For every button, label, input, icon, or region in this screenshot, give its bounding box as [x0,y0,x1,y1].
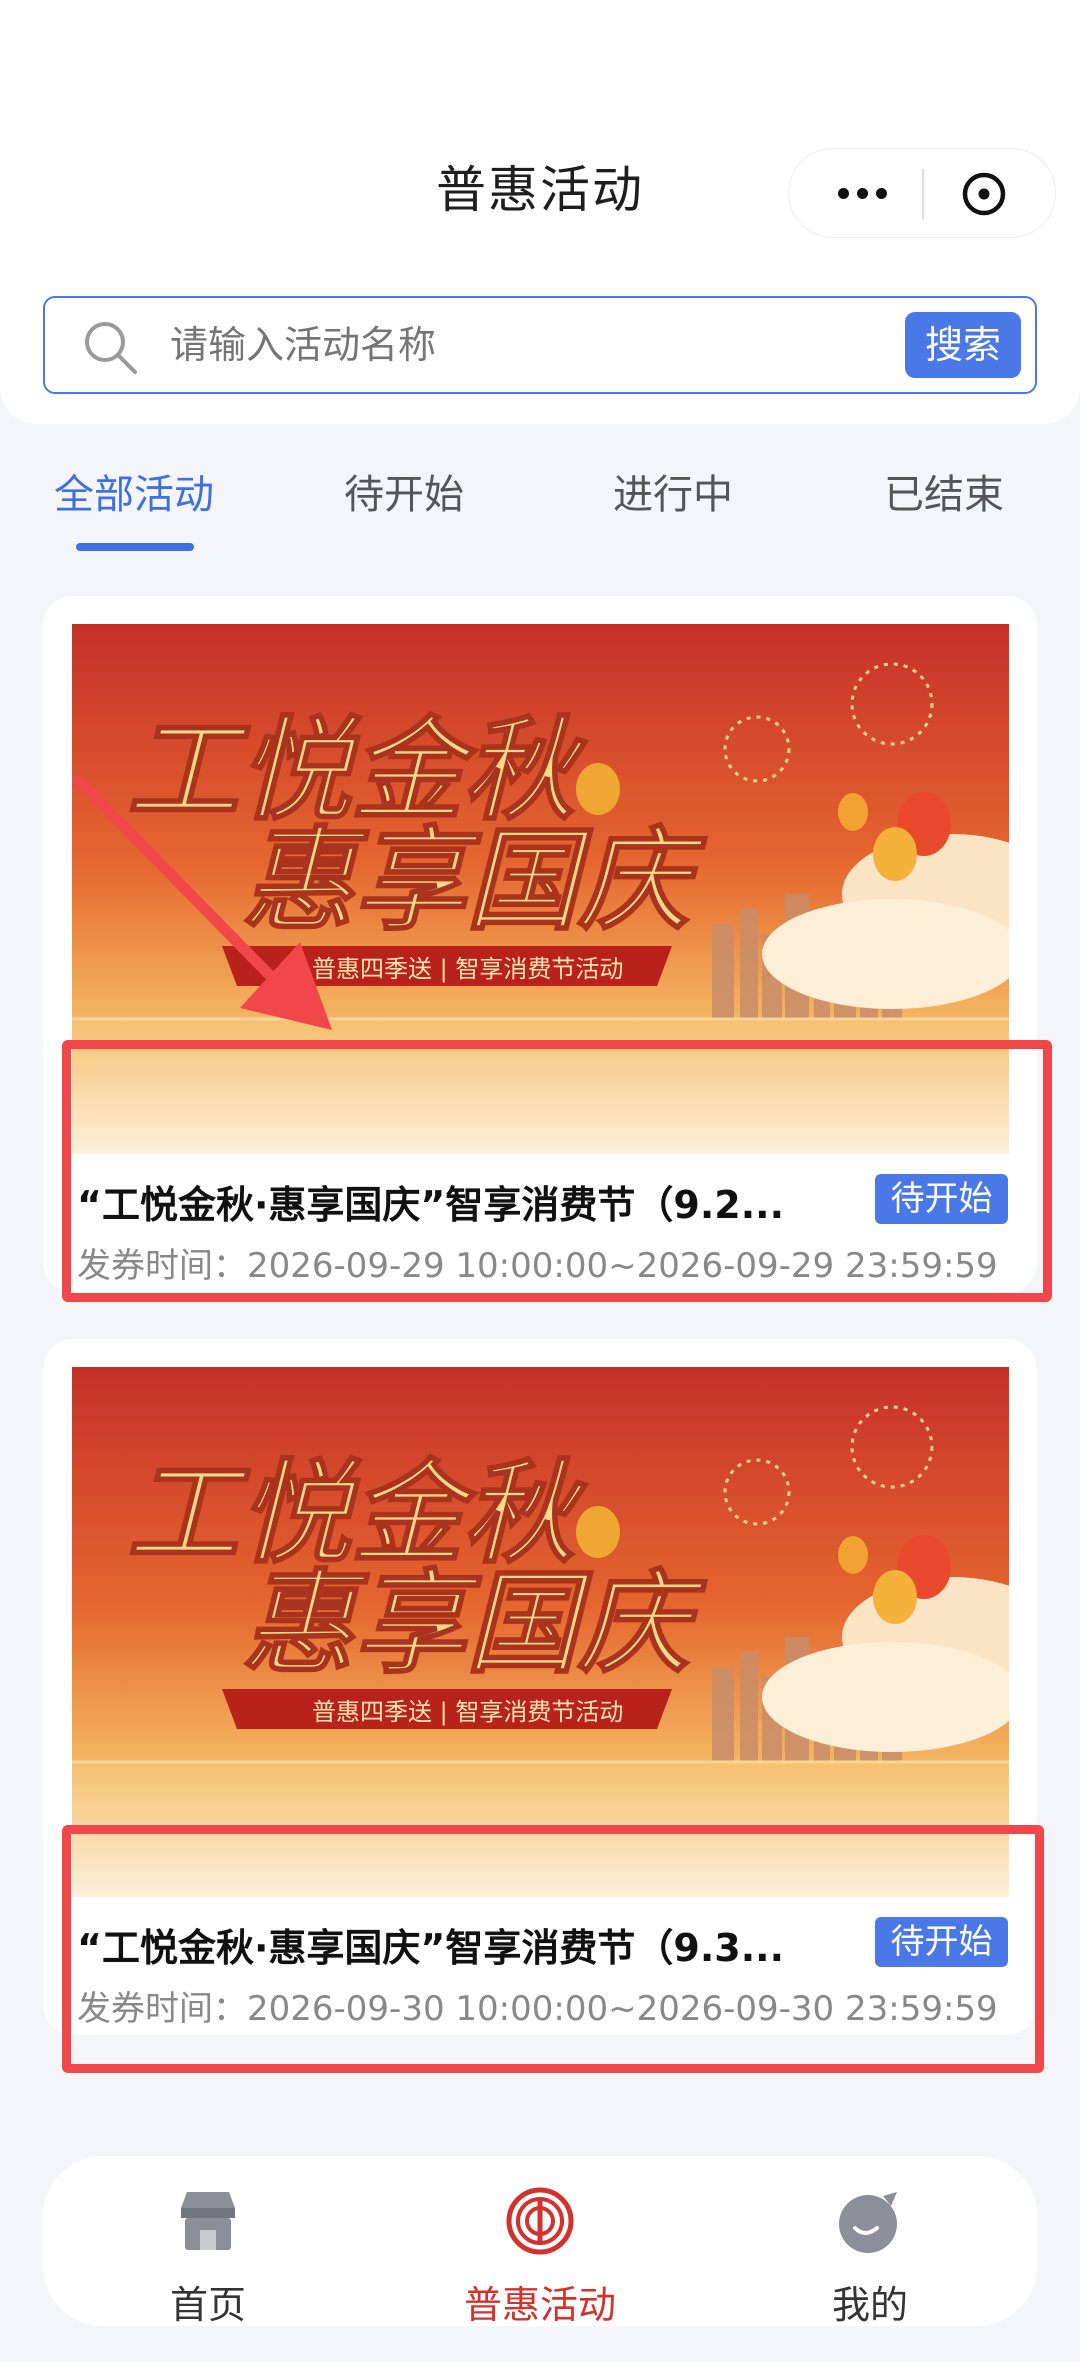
nav-profile-label: 我的 [831,2283,908,2327]
bottom-nav: 首页 普惠活动 我的 [43,2156,1037,2329]
nav-home-label: 首页 [169,2283,246,2327]
activity-banner-image: 工悦金秋 惠享国庆 普惠四季送 | 智享消费节活动 [72,1367,1009,1897]
profile-icon [835,2186,905,2256]
nav-home[interactable]: 首页 [108,2186,308,2329]
nav-activities-label: 普惠活动 [463,2283,616,2327]
highlight-box [62,1825,1044,2073]
shop-icon [173,2186,243,2256]
banner-headline-2: 惠享国庆 [242,1558,707,1689]
nav-profile[interactable]: 我的 [770,2186,970,2329]
nav-activities[interactable]: 普惠活动 [440,2186,640,2329]
banner-ribbon: 普惠四季送 | 智享消费节活动 [312,1698,623,1726]
union-emblem-icon [505,2186,575,2256]
